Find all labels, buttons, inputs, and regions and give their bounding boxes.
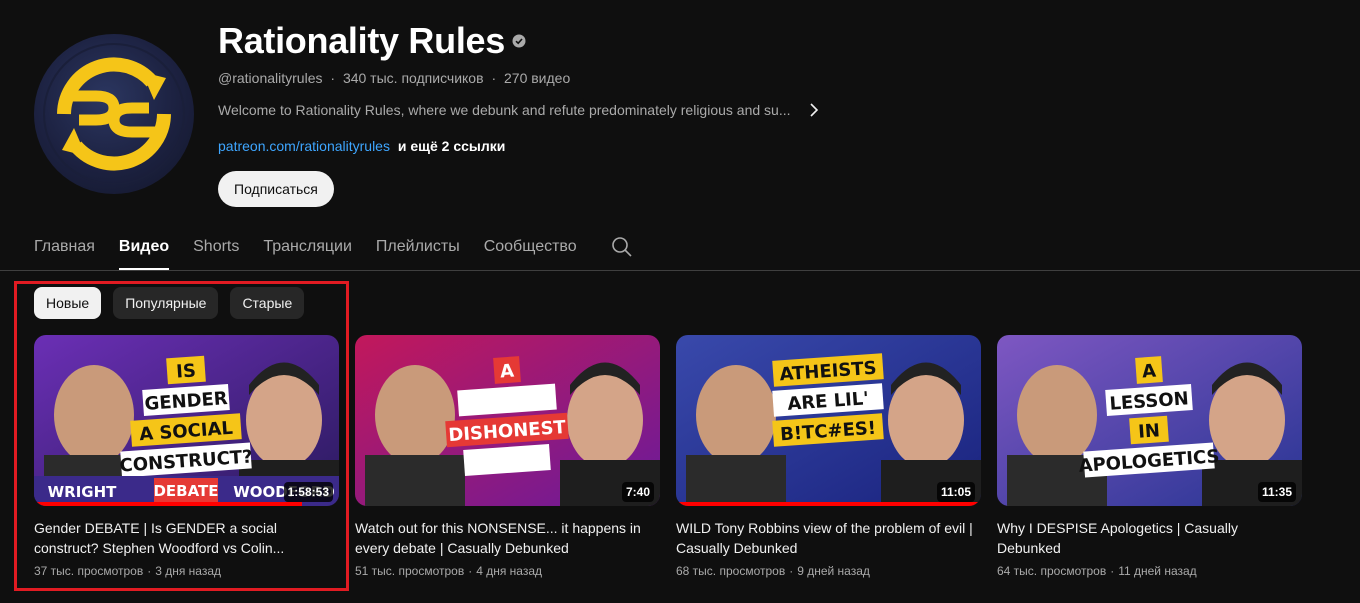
- tab-1[interactable]: Видео: [118, 226, 170, 270]
- video-thumbnail[interactable]: A CLASSIC DISHONEST TACTIC 7:40: [355, 335, 660, 506]
- channel-meta: @rationalityrules · 340 тыс. подписчиков…: [218, 70, 570, 86]
- subscriber-count: 340 тыс. подписчиков: [342, 70, 484, 86]
- rationality-rules-logo-icon: [43, 43, 185, 185]
- video-meta: 64 тыс. просмотров · 11 дней назад: [997, 564, 1302, 578]
- duration-badge: 11:05: [936, 482, 975, 502]
- channel-links: patreon.com/rationalityrules и ещё 2 ссы…: [218, 138, 505, 154]
- channel-name: Rationality Rules: [218, 20, 505, 61]
- chevron-right-icon[interactable]: [809, 103, 819, 117]
- channel-tabs: Главная Видео Shorts Трансляции Плейлисты Соо…: [34, 226, 633, 270]
- tab-0[interactable]: Главная: [34, 226, 95, 270]
- svg-text:A: A: [1141, 361, 1156, 383]
- video-card[interactable]: ISGENDERA SOCIALCONSTRUCT?WRIGHTDEBATEWO…: [34, 335, 339, 578]
- video-thumbnail[interactable]: ATHEISTS ARE LIL' B!TC#ES! 11:05: [676, 335, 981, 506]
- svg-text:IS: IS: [176, 360, 197, 382]
- view-count: 64 тыс. просмотров: [997, 564, 1107, 578]
- video-thumbnail[interactable]: A LESSON IN APOLOGETICS 11:35: [997, 335, 1302, 506]
- duration-badge: 11:35: [1257, 482, 1296, 502]
- svg-text:A: A: [499, 361, 514, 383]
- video-count: 270 видео: [504, 70, 571, 86]
- sort-chips: Новые Популярные Старые: [34, 287, 316, 319]
- video-card[interactable]: A LESSON IN APOLOGETICS 11:35 Why I DESPISE A…: [997, 335, 1302, 578]
- channel-description[interactable]: Welcome to Rationality Rules, where we d…: [218, 102, 819, 118]
- video-title[interactable]: Watch out for this NONSENSE... it happen…: [355, 518, 660, 558]
- upload-age: 3 дня назад: [155, 564, 222, 578]
- video-title[interactable]: Why I DESPISE Apologetics | Casually Deb…: [997, 518, 1302, 558]
- tab-5[interactable]: Сообщество: [484, 226, 577, 270]
- svg-text:WRIGHT: WRIGHT: [48, 483, 118, 501]
- more-links-link[interactable]: и ещё 2 ссылки: [398, 138, 505, 154]
- chip-0[interactable]: Новые: [34, 287, 102, 319]
- search-icon[interactable]: [611, 226, 633, 263]
- tabs-divider: [0, 270, 1360, 271]
- svg-text:IN: IN: [1138, 420, 1161, 442]
- video-meta: 51 тыс. просмотров · 4 дня назад: [355, 564, 660, 578]
- channel-handle: @rationalityrules: [218, 70, 323, 86]
- separator: ·: [1110, 564, 1115, 578]
- upload-age: 9 дней назад: [797, 564, 870, 578]
- svg-text:DEBATE: DEBATE: [153, 482, 218, 500]
- separator: ·: [789, 564, 794, 578]
- view-count: 68 тыс. просмотров: [676, 564, 786, 578]
- upload-age: 11 дней назад: [1118, 564, 1197, 578]
- separator: ·: [147, 564, 152, 578]
- video-thumbnail[interactable]: ISGENDERA SOCIALCONSTRUCT?WRIGHTDEBATEWO…: [34, 335, 339, 506]
- watch-progress-bar: [676, 502, 981, 506]
- video-card[interactable]: ATHEISTS ARE LIL' B!TC#ES! 11:05 WILD Tony R…: [676, 335, 981, 578]
- separator: ·: [468, 564, 473, 578]
- description-text: Welcome to Rationality Rules, where we d…: [218, 102, 791, 118]
- patreon-link[interactable]: patreon.com/rationalityrules: [218, 138, 390, 154]
- view-count: 37 тыс. просмотров: [34, 564, 144, 578]
- tab-2[interactable]: Shorts: [193, 226, 239, 270]
- separator: ·: [330, 70, 336, 86]
- verified-badge-icon: [512, 34, 526, 48]
- upload-age: 4 дня назад: [476, 564, 543, 578]
- view-count: 51 тыс. просмотров: [355, 564, 465, 578]
- video-title[interactable]: WILD Tony Robbins view of the problem of…: [676, 518, 981, 558]
- video-meta: 68 тыс. просмотров · 9 дней назад: [676, 564, 981, 578]
- video-meta: 37 тыс. просмотров · 3 дня назад: [34, 564, 339, 578]
- duration-badge: 1:58:53: [283, 482, 333, 502]
- tab-4[interactable]: Плейлисты: [376, 226, 460, 270]
- tab-3[interactable]: Трансляции: [263, 226, 352, 270]
- channel-avatar[interactable]: [34, 34, 194, 194]
- separator: ·: [491, 70, 497, 86]
- watch-progress-bar: [34, 502, 303, 506]
- channel-title: Rationality Rules: [218, 20, 526, 62]
- chip-2[interactable]: Старые: [230, 287, 305, 319]
- video-card[interactable]: A CLASSIC DISHONEST TACTIC 7:40 Watch out for…: [355, 335, 660, 578]
- subscribe-button[interactable]: Подписаться: [218, 171, 334, 207]
- duration-badge: 7:40: [621, 482, 654, 502]
- chip-1[interactable]: Популярные: [113, 287, 219, 319]
- video-title[interactable]: Gender DEBATE | Is GENDER a social const…: [34, 518, 339, 558]
